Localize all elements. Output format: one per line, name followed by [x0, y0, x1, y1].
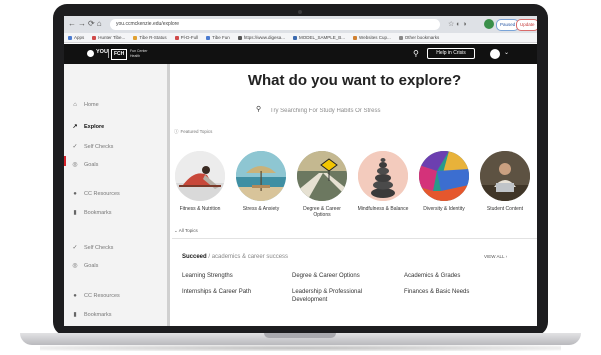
section-heading: Succeed / academics & career success [182, 254, 288, 260]
topic-card-degree[interactable]: Degree & Career Options [294, 151, 350, 218]
logo-text: YOU [96, 49, 108, 55]
topic-card-student[interactable]: Student Content [477, 151, 533, 212]
section-title: Succeed [182, 254, 207, 260]
sidebar: ⌂ Home ↗ Explore ✓ Self Checks ◎ Goals ● CC R… [64, 64, 167, 326]
section-subtitle: / academics & career success [208, 254, 289, 260]
divider [172, 238, 537, 239]
laptop-notch [264, 333, 336, 338]
topic-link[interactable]: Internships & Career Path [182, 288, 251, 296]
search-icon[interactable]: ⚲ [413, 49, 419, 58]
sidebar-item-goals[interactable]: ◎ Goals [72, 262, 98, 270]
logo-icon [87, 50, 94, 57]
topic-link[interactable]: Degree & Career Options [292, 272, 360, 280]
sidebar-item-bookmarks[interactable]: ▮ Bookmarks [72, 209, 111, 217]
topic-card-mindfulness[interactable]: Mindfulness & Balance [355, 151, 411, 212]
sidebar-item-cc-resources[interactable]: ● CC Resources [72, 293, 120, 299]
user-avatar[interactable] [490, 49, 500, 59]
topic-label: Diversity & Identity [423, 206, 465, 212]
logo-subtitle: Fun Center Health [130, 49, 148, 58]
chevron-right-icon: › [505, 254, 508, 259]
topic-link[interactable]: Academics & Grades [404, 272, 460, 280]
colorful-art-image[interactable] [419, 151, 469, 201]
topic-label: Fitness & Nutrition [179, 206, 221, 212]
topic-label: Student Content [486, 206, 524, 212]
sidebar-item-cc-resources[interactable]: ● CC Resources [72, 191, 120, 197]
topic-card-diversity[interactable]: Diversity & Identity [416, 151, 472, 212]
nav-buttons[interactable]: ←→⟳⌂ [68, 19, 104, 28]
bookmark-item[interactable]: Other bookmarks [398, 33, 439, 42]
sidebar-item-explore[interactable]: ↗ Explore [72, 123, 104, 131]
logo-badge: FCH [111, 49, 128, 60]
pin-icon: ● [73, 191, 77, 197]
sidebar-item-self-checks[interactable]: ✓ Self Checks [72, 244, 113, 252]
topic-label: Degree & Career Options [303, 206, 341, 218]
chevron-down-icon: ⌄ [174, 228, 178, 233]
info-icon: ⓘ [174, 129, 179, 134]
topic-label: Mindfulness & Balance [357, 206, 409, 212]
bookmark-item[interactable]: Tibe R-Status [133, 33, 167, 42]
goals-icon: ◎ [72, 263, 78, 269]
main-content: What do you want to explore? ⚲ ⓘFeatured… [172, 64, 537, 326]
url-text: you.ccmckenzie.edu/explore [116, 21, 180, 27]
road-image[interactable] [297, 151, 347, 201]
laptop-screen: ←→⟳⌂ you.ccmckenzie.edu/explore ☆ ◐ ◑ Pa… [64, 16, 537, 326]
bookmark-item[interactable]: Apps [68, 33, 84, 42]
laptop-shadow [40, 345, 561, 351]
active-indicator [64, 156, 66, 166]
sidebar-item-self-checks[interactable]: ✓ Self Checks [72, 143, 113, 151]
search-bar[interactable]: ⚲ [256, 105, 436, 117]
page-title: What do you want to explore? [247, 72, 462, 89]
sidebar-scrollbar[interactable] [167, 64, 170, 326]
chevron-down-icon[interactable]: ⌄ [504, 49, 509, 56]
browser-toolbar: ←→⟳⌂ you.ccmckenzie.edu/explore ☆ ◐ ◑ Pa… [64, 16, 537, 33]
topic-link[interactable]: Learning Strengths [182, 272, 233, 280]
topic-card-stress[interactable]: Stress & Anxiety [233, 151, 289, 212]
sidebar-item-bookmarks[interactable]: ▮ Bookmarks [72, 311, 111, 319]
profile-avatar[interactable] [484, 19, 494, 29]
beach-umbrella-image[interactable] [236, 151, 286, 201]
search-input[interactable] [270, 105, 420, 117]
app-header: YOU FCH Fun Center Health ⚲ Help in Cris… [64, 44, 537, 64]
help-in-crisis-button[interactable]: Help in Crisis [427, 48, 475, 59]
bookmark-item[interactable]: Hunter Tibe... [92, 33, 125, 42]
search-icon: ⚲ [256, 106, 262, 113]
topic-card-fitness[interactable]: Fitness & Nutrition [172, 151, 228, 212]
extension-icons[interactable]: ☆ ◐ ◑ [448, 20, 467, 28]
address-bar[interactable]: you.ccmckenzie.edu/explore [110, 19, 440, 30]
yoga-image[interactable] [175, 151, 225, 201]
sidebar-item-home[interactable]: ⌂ Home [72, 102, 98, 108]
student-image[interactable] [480, 151, 530, 201]
topic-link[interactable]: Finances & Basic Needs [404, 288, 469, 296]
stones-image[interactable] [358, 151, 408, 201]
bookmark-item[interactable]: https://www.digesa... [237, 33, 285, 42]
pin-icon: ● [73, 293, 77, 299]
explore-icon: ↗ [72, 124, 78, 130]
bookmark-item[interactable]: Tibe Fun [206, 33, 230, 42]
bookmarks-bar: Apps Hunter Tibe... Tibe R-Status Pl-D-F… [64, 33, 537, 43]
bookmark-icon: ▮ [73, 210, 77, 216]
featured-topics-label: ⓘ Featured Topics [174, 129, 213, 134]
home-icon: ⌂ [73, 102, 77, 108]
webcam [298, 10, 302, 14]
bookmark-item[interactable]: Websites Cup... [353, 33, 391, 42]
goals-icon: ◎ [72, 162, 78, 168]
check-icon: ✓ [72, 245, 78, 251]
bookmark-item[interactable]: Pl-D-Full [174, 33, 198, 42]
check-icon: ✓ [72, 144, 78, 150]
bookmark-icon: ▮ [73, 312, 77, 318]
logo-divider [108, 49, 109, 58]
sidebar-item-goals[interactable]: ◎ Goals [72, 161, 98, 169]
bookmark-item[interactable]: MODEL_SAMPLE_B... [293, 33, 345, 42]
update-pill[interactable]: Update [516, 19, 537, 31]
topic-link[interactable]: Leadership & Professional Development [292, 288, 384, 304]
view-all-link[interactable]: VIEW ALL › [484, 254, 507, 259]
topic-label: Stress & Anxiety [242, 206, 280, 212]
all-topics-label[interactable]: ⌄ All Topics [174, 228, 198, 234]
